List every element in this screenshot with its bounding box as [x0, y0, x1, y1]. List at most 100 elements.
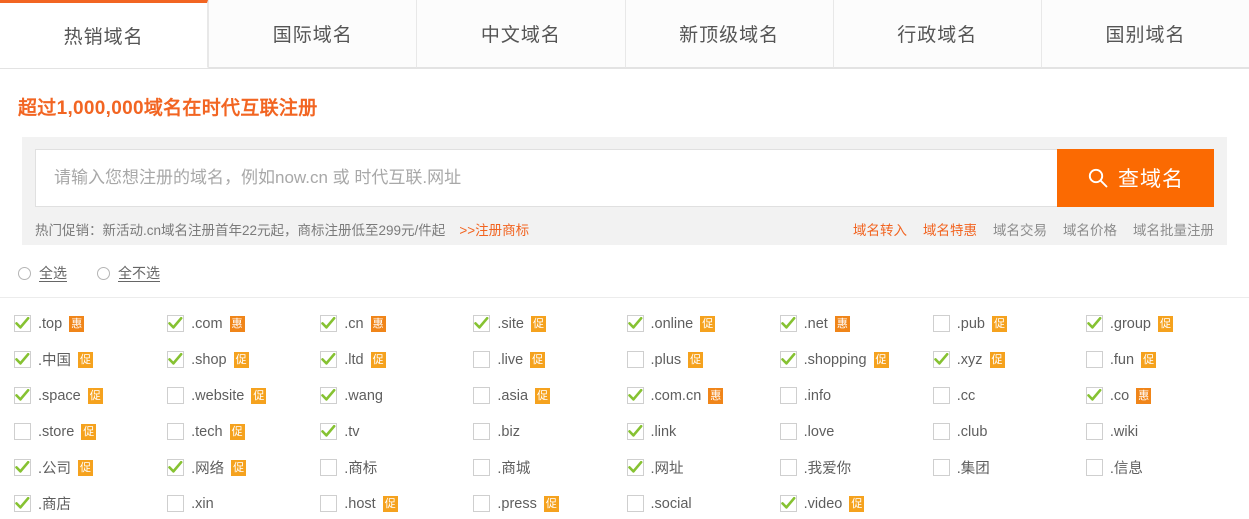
- tld-option-商标[interactable]: .商标: [320, 456, 473, 479]
- checkbox-checked-icon[interactable]: [626, 423, 644, 440]
- checkbox-unchecked-icon[interactable]: [779, 387, 797, 404]
- tld-option-shop[interactable]: .shop 促: [167, 348, 320, 371]
- tld-option-press[interactable]: .press 促: [473, 492, 626, 515]
- checkbox-unchecked-icon[interactable]: [167, 495, 185, 512]
- select-control-0[interactable]: 全选: [18, 263, 67, 283]
- checkbox-checked-icon[interactable]: [779, 315, 797, 332]
- tld-option-商店[interactable]: .商店: [14, 492, 167, 515]
- checkbox-checked-icon[interactable]: [14, 315, 31, 332]
- promo-link-1[interactable]: 域名特惠: [923, 219, 977, 239]
- checkbox-checked-icon[interactable]: [320, 387, 338, 404]
- select-control-1[interactable]: 全不选: [97, 263, 160, 283]
- tld-option-link[interactable]: .link: [626, 420, 780, 443]
- tld-option-online[interactable]: .online 促: [626, 312, 780, 335]
- checkbox-checked-icon[interactable]: [14, 459, 31, 476]
- checkbox-checked-icon[interactable]: [14, 351, 31, 368]
- tld-option-集团[interactable]: .集团: [932, 456, 1086, 479]
- checkbox-unchecked-icon[interactable]: [1085, 459, 1103, 476]
- checkbox-unchecked-icon[interactable]: [473, 387, 491, 404]
- tld-option-信息[interactable]: .信息: [1085, 456, 1239, 479]
- tld-option-com[interactable]: .com 惠: [167, 312, 320, 335]
- checkbox-checked-icon[interactable]: [626, 387, 644, 404]
- tab-5[interactable]: 国别域名: [1040, 0, 1249, 68]
- checkbox-checked-icon[interactable]: [473, 315, 491, 332]
- checkbox-unchecked-icon[interactable]: [1085, 351, 1103, 368]
- tld-option-store[interactable]: .store 促: [14, 420, 167, 443]
- tld-option-pub[interactable]: .pub 促: [932, 312, 1086, 335]
- tld-option-xyz[interactable]: .xyz 促: [932, 348, 1086, 371]
- checkbox-checked-icon[interactable]: [779, 351, 797, 368]
- register-trademark-link[interactable]: >>注册商标: [459, 219, 529, 239]
- tld-option-shopping[interactable]: .shopping 促: [779, 348, 933, 371]
- checkbox-unchecked-icon[interactable]: [167, 423, 185, 440]
- checkbox-unchecked-icon[interactable]: [779, 459, 797, 476]
- tld-option-club[interactable]: .club: [932, 420, 1086, 443]
- tab-3[interactable]: 新顶级域名: [624, 0, 833, 68]
- tld-option-live[interactable]: .live 促: [473, 348, 626, 371]
- checkbox-checked-icon[interactable]: [167, 351, 185, 368]
- tld-option-网络[interactable]: .网络促: [167, 456, 320, 479]
- checkbox-unchecked-icon[interactable]: [320, 459, 338, 476]
- checkbox-unchecked-icon[interactable]: [626, 351, 644, 368]
- tld-option-公司[interactable]: .公司促: [14, 456, 167, 479]
- tld-option-wiki[interactable]: .wiki: [1085, 420, 1239, 443]
- tab-2[interactable]: 中文域名: [416, 0, 625, 68]
- tld-option-cn[interactable]: .cn 惠: [320, 312, 473, 335]
- checkbox-checked-icon[interactable]: [320, 351, 338, 368]
- checkbox-checked-icon[interactable]: [1085, 387, 1103, 404]
- tab-1[interactable]: 国际域名: [208, 0, 417, 68]
- tld-option-tech[interactable]: .tech 促: [167, 420, 320, 443]
- checkbox-unchecked-icon[interactable]: [932, 387, 950, 404]
- radio-circle-icon[interactable]: [18, 266, 31, 280]
- checkbox-checked-icon[interactable]: [167, 315, 185, 332]
- tld-option-biz[interactable]: .biz: [473, 420, 626, 443]
- search-domain-button[interactable]: 查域名: [1057, 149, 1214, 207]
- checkbox-checked-icon[interactable]: [626, 315, 644, 332]
- checkbox-unchecked-icon[interactable]: [779, 423, 797, 440]
- checkbox-checked-icon[interactable]: [14, 387, 31, 404]
- checkbox-unchecked-icon[interactable]: [473, 495, 491, 512]
- checkbox-unchecked-icon[interactable]: [626, 495, 644, 512]
- promo-link-0[interactable]: 域名转入: [853, 219, 907, 239]
- tld-option-net[interactable]: .net 惠: [779, 312, 933, 335]
- checkbox-unchecked-icon[interactable]: [473, 459, 491, 476]
- promo-link-4[interactable]: 域名批量注册: [1133, 219, 1214, 239]
- promo-link-3[interactable]: 域名价格: [1063, 219, 1117, 239]
- tld-option-网址[interactable]: .网址: [626, 456, 780, 479]
- checkbox-checked-icon[interactable]: [320, 315, 338, 332]
- checkbox-checked-icon[interactable]: [167, 459, 185, 476]
- tld-option-fun[interactable]: .fun 促: [1085, 348, 1239, 371]
- tld-option-love[interactable]: .love: [779, 420, 933, 443]
- checkbox-unchecked-icon[interactable]: [1085, 423, 1103, 440]
- tld-option-tv[interactable]: .tv: [320, 420, 473, 443]
- checkbox-checked-icon[interactable]: [779, 495, 797, 512]
- tld-option-asia[interactable]: .asia 促: [473, 384, 626, 407]
- tld-option-plus[interactable]: .plus 促: [626, 348, 780, 371]
- tld-option-商城[interactable]: .商城: [473, 456, 626, 479]
- tld-option-space[interactable]: .space 促: [14, 384, 167, 407]
- checkbox-unchecked-icon[interactable]: [932, 315, 950, 332]
- radio-circle-icon[interactable]: [97, 266, 110, 280]
- tab-4[interactable]: 行政域名: [832, 0, 1041, 68]
- tld-option-host[interactable]: .host 促: [320, 492, 473, 515]
- domain-search-input[interactable]: [35, 149, 1057, 207]
- checkbox-checked-icon[interactable]: [320, 423, 338, 440]
- tld-option-website[interactable]: .website 促: [167, 384, 320, 407]
- checkbox-unchecked-icon[interactable]: [167, 387, 185, 404]
- tld-option-social[interactable]: .social: [626, 492, 780, 515]
- tld-option-中国[interactable]: .中国促: [14, 348, 167, 371]
- checkbox-unchecked-icon[interactable]: [473, 423, 491, 440]
- checkbox-unchecked-icon[interactable]: [932, 423, 950, 440]
- tld-option-co[interactable]: .co 惠: [1085, 384, 1239, 407]
- checkbox-unchecked-icon[interactable]: [932, 459, 950, 476]
- promo-link-2[interactable]: 域名交易: [993, 219, 1047, 239]
- checkbox-unchecked-icon[interactable]: [14, 423, 31, 440]
- tld-option-我爱你[interactable]: .我爱你: [779, 456, 933, 479]
- checkbox-checked-icon[interactable]: [932, 351, 950, 368]
- tld-option-comcn[interactable]: .com.cn 惠: [626, 384, 780, 407]
- tab-0[interactable]: 热销域名: [0, 0, 209, 68]
- tld-option-xin[interactable]: .xin: [167, 492, 320, 515]
- tld-option-info[interactable]: .info: [779, 384, 933, 407]
- checkbox-checked-icon[interactable]: [14, 495, 31, 512]
- tld-option-cc[interactable]: .cc: [932, 384, 1086, 407]
